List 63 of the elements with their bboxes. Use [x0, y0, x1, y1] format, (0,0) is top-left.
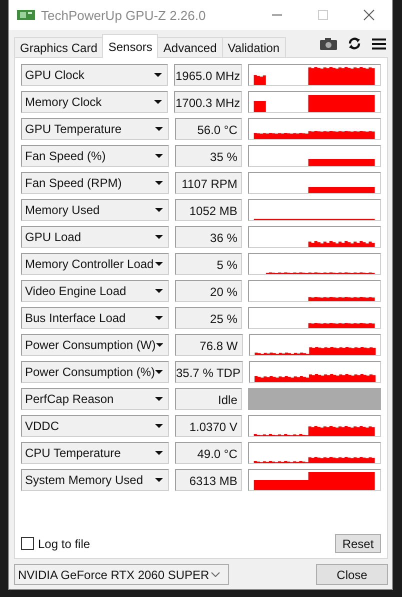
refresh-icon[interactable]	[348, 37, 361, 50]
sensor-value: 35 %	[174, 145, 242, 167]
dropdown-arrow-icon	[156, 343, 163, 347]
tab[interactable]: Sensors	[102, 34, 158, 58]
dropdown-arrow-icon	[154, 73, 162, 77]
camera-icon[interactable]	[320, 38, 337, 50]
sensor-value: 6313 MB	[174, 469, 242, 491]
sensor-value: 76.8 W	[175, 334, 243, 356]
sensor-value: 20 %	[174, 280, 242, 302]
sensor-dropdown[interactable]: GPU Load	[21, 226, 169, 248]
close-icon[interactable]	[363, 9, 375, 21]
dropdown-arrow-icon	[154, 100, 162, 104]
dropdown-arrow-icon	[154, 235, 163, 239]
chevron-down-icon	[211, 572, 220, 577]
sensor-dropdown[interactable]: Memory Controller Load	[21, 253, 169, 275]
close-button[interactable]: Close	[316, 564, 388, 585]
graphics-card-icon	[17, 9, 35, 21]
dropdown-arrow-icon	[154, 478, 163, 482]
dropdown-arrow-icon	[154, 154, 163, 158]
dropdown-arrow-icon	[154, 451, 163, 455]
sensor-dropdown[interactable]: Memory Clock	[21, 91, 168, 113]
window-title: TechPowerUp GPU-Z 2.26.0	[41, 8, 207, 22]
sensor-dropdown[interactable]: Power Consumption (W)	[21, 334, 169, 356]
sensor-dropdown[interactable]: Power Consumption (%)	[21, 361, 169, 383]
sensor-dropdown[interactable]: Fan Speed (RPM)	[21, 172, 169, 194]
dropdown-arrow-icon	[154, 208, 163, 212]
sensor-dropdown[interactable]: Bus Interface Load	[21, 307, 169, 329]
dropdown-arrow-icon	[154, 289, 163, 293]
dropdown-arrow-icon	[154, 262, 163, 266]
dropdown-arrow-icon	[155, 370, 163, 374]
dropdown-arrow-icon	[154, 424, 163, 428]
sensor-value: 25 %	[174, 307, 242, 329]
sensor-value: 49.0 °C	[174, 442, 242, 464]
checkbox[interactable]	[21, 537, 34, 550]
menu-icon[interactable]	[372, 38, 386, 50]
sensor-dropdown[interactable]: VDDC	[21, 415, 169, 437]
sensor-dropdown[interactable]: System Memory Used	[21, 469, 169, 491]
sensor-value: 1965.0 MHz	[174, 64, 242, 86]
sensor-dropdown[interactable]: Memory Used	[21, 199, 169, 221]
sensor-dropdown[interactable]: GPU Clock	[21, 64, 168, 86]
log-to-file-checkbox[interactable]: Log to file	[21, 536, 90, 550]
dropdown-arrow-icon	[154, 316, 163, 320]
sensor-value: 1.0370 V	[174, 415, 242, 437]
dropdown-arrow-icon	[154, 181, 163, 185]
tab[interactable]: Graphics Card	[14, 37, 104, 57]
sensor-value: 35.7 % TDP	[175, 361, 243, 383]
sensor-dropdown[interactable]: PerfCap Reason	[21, 388, 169, 410]
sensor-value: 56.0 °C	[174, 118, 242, 140]
reset-button[interactable]: Reset	[335, 534, 381, 553]
sensor-dropdown[interactable]: CPU Temperature	[21, 442, 169, 464]
sensor-dropdown[interactable]: Fan Speed (%)	[21, 145, 169, 167]
sensor-value: 1052 MB	[174, 199, 242, 221]
gpu-select[interactable]: NVIDIA GeForce RTX 2060 SUPER	[14, 564, 229, 585]
tab[interactable]: Validation	[222, 37, 286, 57]
sensor-value: 36 %	[174, 226, 242, 248]
dropdown-arrow-icon	[154, 397, 163, 401]
sensor-dropdown[interactable]: Video Engine Load	[21, 280, 169, 302]
sensor-value: Idle	[174, 388, 242, 410]
sensor-value: 1107 RPM	[174, 172, 242, 194]
sensor-value: 5 %	[174, 253, 242, 275]
sensor-value: 1700.3 MHz	[174, 91, 242, 113]
sensor-dropdown[interactable]: GPU Temperature	[21, 118, 169, 140]
dropdown-arrow-icon	[154, 127, 163, 131]
